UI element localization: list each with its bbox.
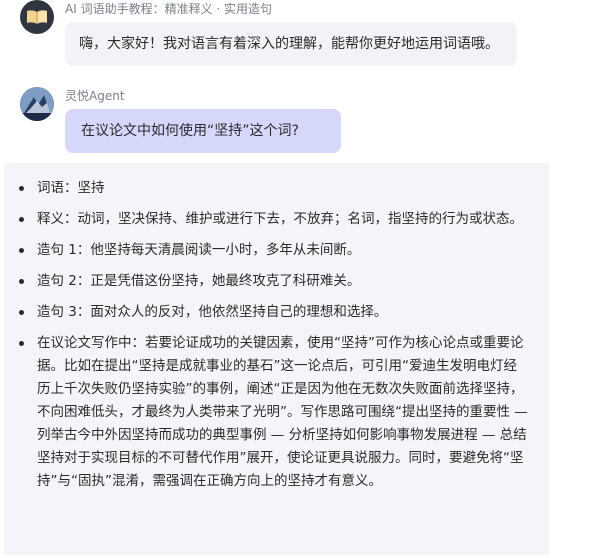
list-item: 造句 2：正是凭借这份坚持，她最终攻克了科研难关。 [19,270,529,293]
list-item: 造句 3：面对众人的反对，他依然坚持自己的理想和选择。 [19,301,529,324]
bullet-icon [19,341,24,346]
list-item: 词语：坚持 [19,177,529,200]
bullet-icon [19,186,24,191]
bot-name: AI 词语助手教程：精准释义 · 实用造句 [65,2,273,16]
bullet-icon [19,310,24,315]
bot-greeting-bubble: 嗨，大家好！我对语言有着深入的理解，能帮你更好地运用词语哦。 [65,22,517,66]
answer-panel: 词语：坚持 释义：动词，坚决保持、维护或进行下去，不放弃；名词，指坚持的行为或状… [4,163,549,555]
list-item: 造句 1：他坚持每天清晨阅读一小时，多年从未间断。 [19,239,529,262]
answer-list: 词语：坚持 释义：动词，坚决保持、维护或进行下去，不放弃；名词，指坚持的行为或状… [4,163,549,493]
user-question-bubble: 在议论文中如何使用“坚持”这个词? [65,109,341,153]
bullet-icon [19,279,24,284]
user-avatar [20,87,54,121]
bullet-icon [19,248,24,253]
list-item: 在议论文写作中：若要论证成功的关键因素，使用“坚持”可作为核心论点或重要论据。比… [19,332,529,493]
bullet-icon [19,217,24,222]
agent-avatar-icon [20,87,54,121]
bot-avatar [20,0,54,34]
list-item: 释义：动词，坚决保持、维护或进行下去，不放弃；名词，指坚持的行为或状态。 [19,208,529,231]
open-book-icon [27,10,47,24]
user-name: 灵悦Agent [65,89,125,103]
